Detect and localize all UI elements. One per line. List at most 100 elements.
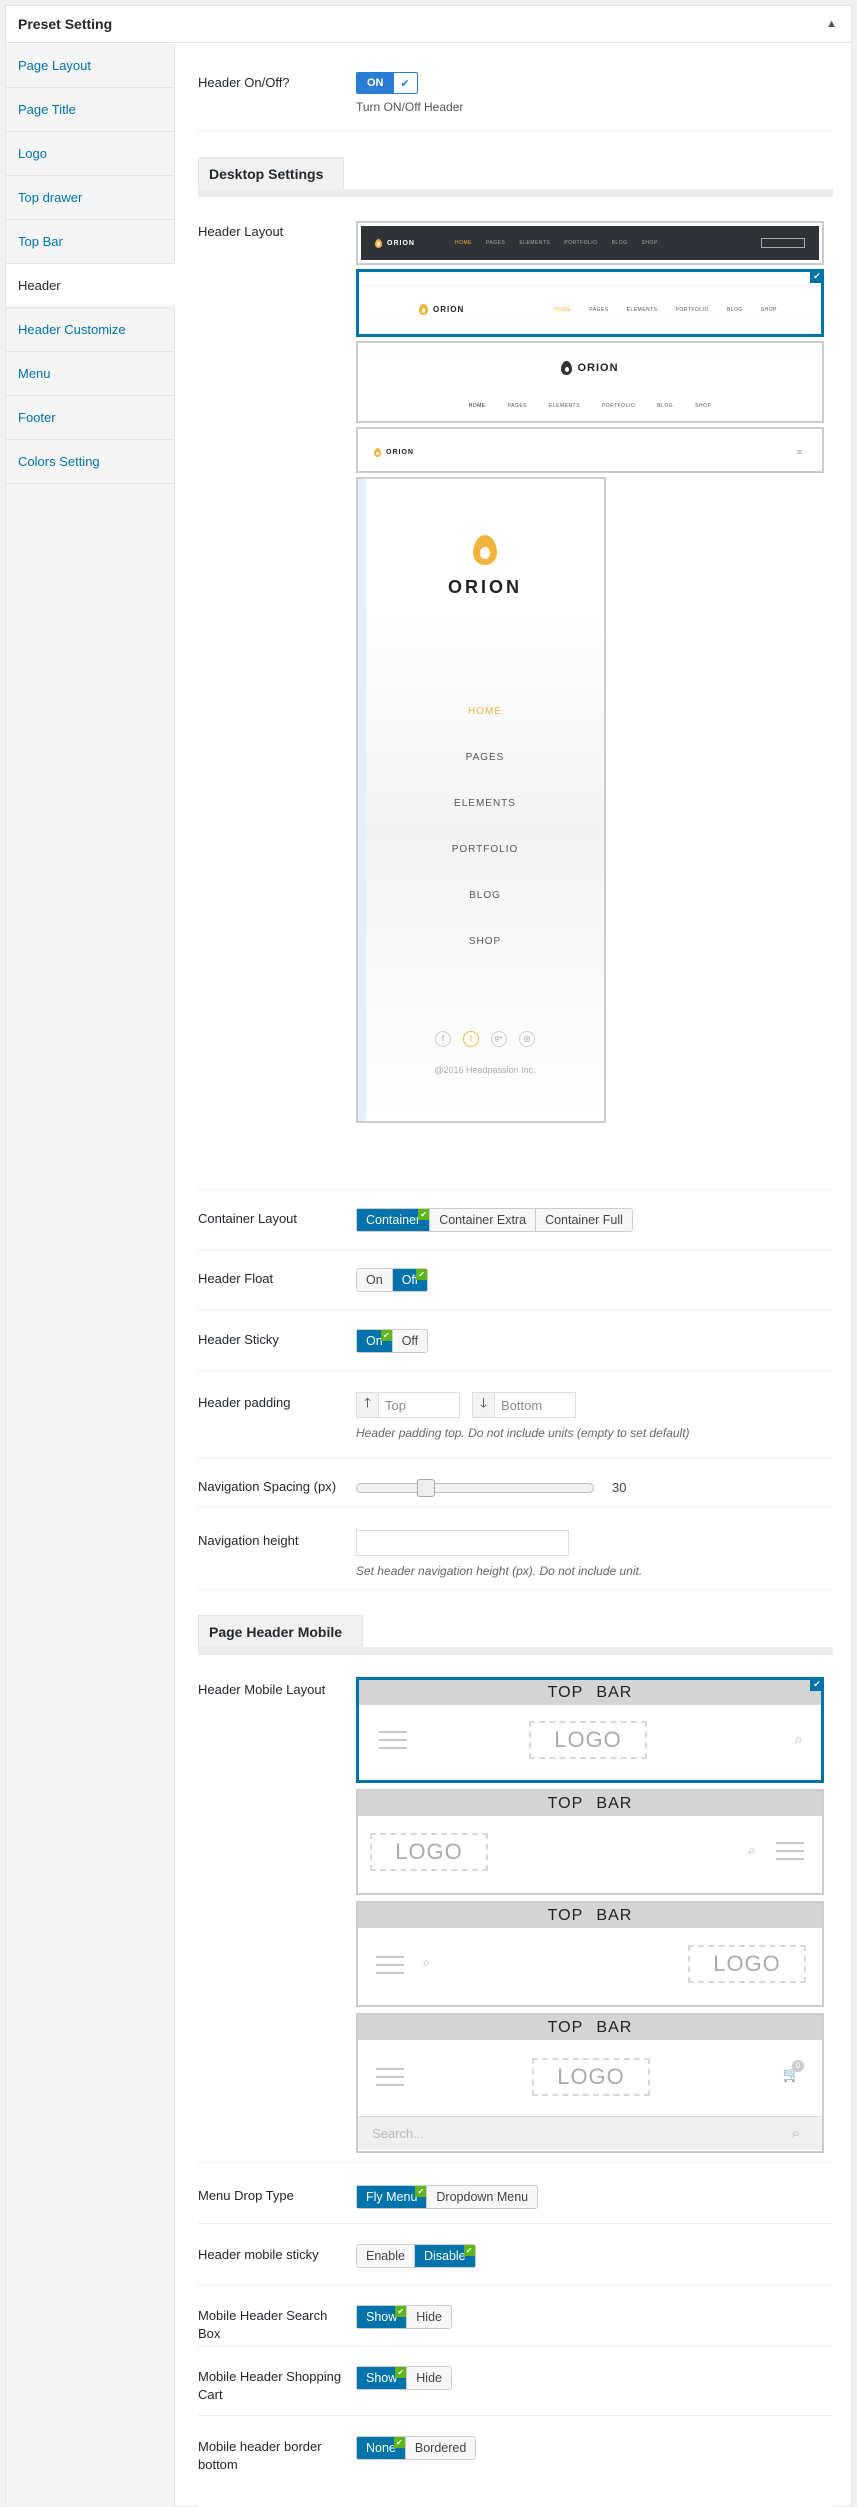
container-extra-option[interactable]: Container Extra bbox=[430, 1209, 537, 1231]
header-onoff-description: Turn ON/Off Header bbox=[356, 100, 464, 114]
cart-count-badge: 0 bbox=[792, 2060, 804, 2072]
mobile-border-bottom-label: Mobile header border bottom bbox=[198, 2439, 322, 2472]
container-layout-row: Container Layout Container Container Ext… bbox=[198, 1190, 833, 1250]
top-bar-preview: TOP BAR bbox=[359, 1680, 821, 1705]
google-plus-icon: g+ bbox=[491, 1031, 507, 1047]
menu-drop-type-switch: Fly Menu Dropdown Menu bbox=[356, 2185, 539, 2209]
sidebar-item-footer[interactable]: Footer bbox=[6, 396, 174, 440]
border-bordered-option[interactable]: Bordered bbox=[406, 2437, 475, 2459]
desktop-settings-section: Desktop Settings bbox=[198, 157, 833, 197]
facebook-icon: f bbox=[435, 1031, 451, 1047]
header-onoff-label: Header On/Off? bbox=[198, 75, 290, 90]
slider-track[interactable] bbox=[356, 1478, 594, 1497]
check-icon: ✔ bbox=[395, 75, 415, 91]
sidebar-item-page-title[interactable]: Page Title bbox=[6, 88, 174, 132]
padding-top-input[interactable] bbox=[379, 1393, 459, 1417]
header-onoff-toggle[interactable]: ON ✔ bbox=[356, 72, 418, 94]
header-sticky-off[interactable]: Off bbox=[393, 1330, 427, 1352]
header-layout-option-3[interactable]: ORION HOME PAGES ELEMENTS PORTFOLIO BLOG… bbox=[356, 341, 824, 423]
mobile-search-box-row: Mobile Header Search Box Show Hide bbox=[198, 2285, 833, 2346]
dropdown-menu-option[interactable]: Dropdown Menu bbox=[427, 2186, 537, 2208]
mobile-shopping-cart-label: Mobile Header Shopping Cart bbox=[198, 2369, 342, 2402]
mobile-shopping-cart-row: Mobile Header Shopping Cart Show Hide bbox=[198, 2346, 833, 2416]
search-icon: ⌕ bbox=[794, 1731, 803, 1748]
header-padding-label: Header padding bbox=[198, 1395, 291, 1410]
fly-menu-option[interactable]: Fly Menu bbox=[357, 2186, 428, 2208]
hamburger-icon bbox=[376, 1956, 404, 1974]
top-bar-preview: TOP BAR bbox=[358, 1791, 822, 1816]
search-hide-option[interactable]: Hide bbox=[407, 2306, 451, 2328]
enable-option[interactable]: Enable bbox=[357, 2245, 415, 2267]
logo-placeholder: LOGO bbox=[532, 2058, 650, 2096]
header-sticky-switch: On Off bbox=[356, 1329, 429, 1353]
navigation-spacing-value: 30 bbox=[612, 1480, 627, 1495]
mobile-search-box-switch: Show Hide bbox=[356, 2305, 452, 2329]
menu-drop-type-row: Menu Drop Type Fly Menu Dropdown Menu bbox=[198, 2163, 833, 2224]
header-sticky-on[interactable]: On bbox=[357, 1330, 393, 1352]
logo-placeholder: LOGO bbox=[370, 1833, 488, 1871]
header-float-switch: On Off bbox=[356, 1268, 429, 1292]
header-layout-option-2[interactable]: ORION HOME PAGES ELEMENTS PORTFOLIO BLOG… bbox=[356, 269, 824, 337]
header-mobile-layout-label: Header Mobile Layout bbox=[198, 1682, 326, 1697]
collapse-arrow-icon[interactable]: ▲ bbox=[826, 18, 837, 30]
flame-logo-icon bbox=[419, 304, 428, 315]
navigation-height-input[interactable] bbox=[356, 1530, 569, 1556]
search-show-option[interactable]: Show bbox=[357, 2306, 408, 2328]
flame-logo-icon bbox=[561, 361, 573, 375]
sidebar-item-header[interactable]: Header bbox=[6, 264, 175, 308]
slider-handle[interactable] bbox=[417, 1478, 435, 1497]
header-mobile-layout-row: Header Mobile Layout TOP BAR LOGO ⌕ ✔ TO… bbox=[198, 1655, 833, 2163]
container-option[interactable]: Container bbox=[357, 1209, 431, 1231]
header-float-on[interactable]: On bbox=[357, 1269, 393, 1291]
cart-show-option[interactable]: Show bbox=[357, 2367, 408, 2389]
border-none-option[interactable]: None bbox=[357, 2437, 406, 2459]
padding-bottom-input[interactable] bbox=[495, 1393, 575, 1417]
mobile-settings-section: Page Header Mobile bbox=[198, 1615, 833, 1655]
disable-option[interactable]: Disable bbox=[414, 2245, 475, 2267]
search-icon: ⌕ bbox=[422, 1954, 431, 1971]
header-padding-description: Header padding top. Do not include units… bbox=[356, 1426, 690, 1440]
header-button-shape bbox=[761, 238, 805, 248]
navigation-spacing-row: Navigation Spacing (px) 30 bbox=[198, 1458, 833, 1508]
header-padding-row: Header padding 🡑 🡓 Header padding top. D… bbox=[198, 1372, 833, 1458]
panel-header[interactable]: Preset Setting ▲ bbox=[6, 6, 851, 43]
twitter-icon: t bbox=[463, 1031, 479, 1047]
header-layout-option-1[interactable]: ORION HOME PAGES ELEMENTS PORTFOLIO BLOG… bbox=[356, 221, 824, 265]
flame-logo-icon bbox=[374, 448, 381, 457]
menu-icon: ≡ bbox=[796, 447, 802, 457]
mobile-layout-option-4[interactable]: TOP BAR LOGO 🛒 0 Search... ⌕ bbox=[356, 2013, 824, 2153]
mobile-layout-option-3[interactable]: TOP BAR ⌕ LOGO bbox=[356, 1901, 824, 2007]
header-layout-option-vertical[interactable]: ORION HOME PAGES ELEMENTS PORTFOLIO BLOG… bbox=[356, 477, 606, 1123]
navigation-spacing-slider: 30 bbox=[356, 1478, 627, 1497]
header-mobile-sticky-switch: Enable Disable bbox=[356, 2244, 476, 2268]
container-full-option[interactable]: Container Full bbox=[536, 1209, 632, 1231]
sidebar-item-top-drawer[interactable]: Top drawer bbox=[6, 176, 174, 220]
header-layout-option-4[interactable]: ORION ≡ bbox=[356, 427, 824, 473]
sidebar-item-menu[interactable]: Menu bbox=[6, 352, 174, 396]
hamburger-icon bbox=[376, 2068, 404, 2086]
hamburger-icon bbox=[379, 1731, 407, 1749]
header-onoff-row: Header On/Off? ON ✔ Turn ON/Off Header bbox=[198, 44, 833, 132]
header-float-off[interactable]: Off bbox=[392, 1269, 428, 1291]
header-layout-label: Header Layout bbox=[198, 224, 284, 239]
sidebar-item-page-layout[interactable]: Page Layout bbox=[6, 44, 174, 88]
sidebar-item-logo[interactable]: Logo bbox=[6, 132, 174, 176]
header-layout-row: Header Layout ORION HOME PAGES ELEMENTS … bbox=[198, 197, 833, 1190]
header-sticky-label: Header Sticky bbox=[198, 1332, 279, 1347]
sidebar-item-colors-setting[interactable]: Colors Setting bbox=[6, 440, 174, 484]
navigation-height-row: Navigation height Set header navigation … bbox=[198, 1508, 833, 1590]
settings-content: Header On/Off? ON ✔ Turn ON/Off Header D… bbox=[198, 44, 833, 2507]
mobile-border-bottom-row: Mobile header border bottom None Bordere… bbox=[198, 2416, 833, 2486]
mobile-layout-option-1[interactable]: TOP BAR LOGO ⌕ ✔ bbox=[356, 1677, 824, 1783]
mobile-layout-option-2[interactable]: TOP BAR LOGO ⌕ bbox=[356, 1789, 824, 1895]
toggle-state-text: ON bbox=[357, 73, 394, 93]
logo-placeholder: LOGO bbox=[529, 1721, 647, 1759]
container-layout-label: Container Layout bbox=[198, 1211, 298, 1226]
top-bar-preview: TOP BAR bbox=[358, 2015, 822, 2040]
navigation-height-label: Navigation height bbox=[198, 1533, 299, 1548]
sidebar-item-top-bar[interactable]: Top Bar bbox=[6, 220, 174, 264]
selected-check-icon: ✔ bbox=[810, 1677, 824, 1691]
header-float-row: Header Float On Off bbox=[198, 1250, 833, 1311]
sidebar-item-header-customize[interactable]: Header Customize bbox=[6, 308, 174, 352]
cart-hide-option[interactable]: Hide bbox=[407, 2367, 451, 2389]
